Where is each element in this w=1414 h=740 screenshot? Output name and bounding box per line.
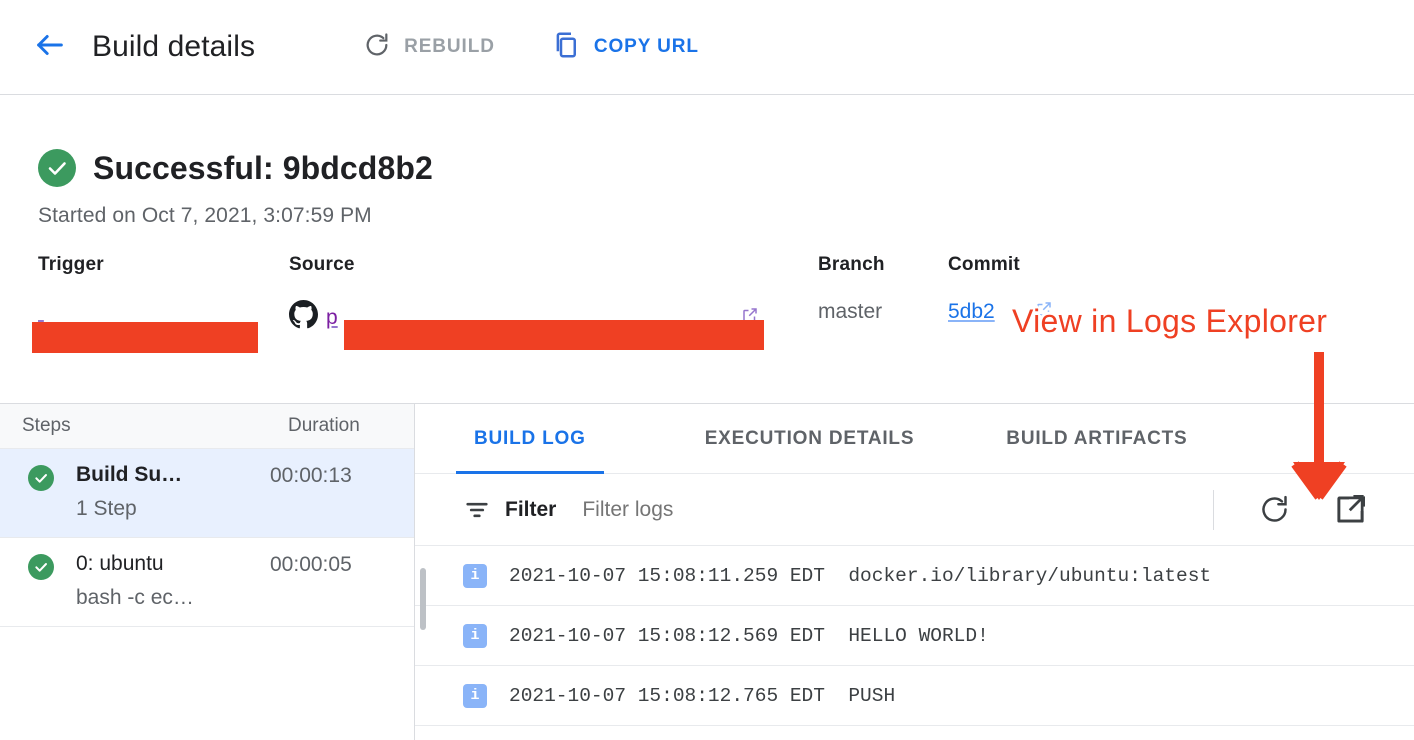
copy-url-label: COPY URL [594, 36, 699, 58]
top-app-bar: Build details REBUILD COPY URL [0, 0, 1414, 95]
commit-label: Commit [948, 254, 1053, 276]
page-title: Build details [92, 30, 255, 64]
rebuild-button[interactable]: REBUILD [363, 31, 495, 64]
build-details-page: Build details REBUILD COPY URL [0, 0, 1414, 740]
filter-label[interactable]: Filter [505, 498, 556, 522]
steps-table-header: Steps Duration [0, 404, 414, 449]
log-entry-text: 2021-10-07 15:08:11.259 EDT docker.io/li… [509, 565, 1211, 587]
step-duration: 00:00:13 [270, 464, 352, 488]
step-name: Build Su… [76, 463, 182, 487]
step-name: 0: ubuntu [76, 552, 194, 576]
source-label: Source [289, 254, 759, 276]
check-circle-icon [38, 149, 76, 187]
build-detail-body: Steps Duration Build Su… 1 Step 00:00:13 [0, 403, 1414, 740]
redaction-box-source [344, 320, 764, 350]
source-value-text: p [326, 306, 338, 330]
log-entry[interactable]: i 2021-10-07 15:08:12.569 EDT HELLO WORL… [415, 606, 1414, 666]
toolbar-divider [1213, 490, 1214, 530]
copy-url-button[interactable]: COPY URL [551, 30, 699, 65]
check-circle-icon [28, 465, 54, 491]
tab-build-artifacts[interactable]: BUILD ARTIFACTS [1006, 404, 1187, 474]
step-row[interactable]: Build Su… 1 Step 00:00:13 [0, 449, 414, 538]
trigger-label: Trigger [38, 254, 104, 276]
duration-column-header: Duration [288, 415, 360, 437]
info-icon: i [463, 564, 487, 588]
copy-icon [551, 30, 581, 65]
redaction-box-trigger [32, 322, 258, 353]
trigger-value[interactable] [38, 300, 104, 324]
trigger-value-text [38, 300, 44, 324]
log-entries-list: i 2021-10-07 15:08:11.259 EDT docker.io/… [415, 546, 1414, 726]
steps-column-header: Steps [22, 415, 71, 437]
meta-trigger: Trigger [38, 254, 104, 324]
logs-filter-bar: Filter [415, 474, 1414, 546]
meta-branch: Branch master [818, 254, 885, 324]
steps-panel: Steps Duration Build Su… 1 Step 00:00:13 [0, 404, 415, 740]
step-duration: 00:00:05 [270, 553, 352, 577]
logs-tabs: BUILD LOG EXECUTION DETAILS BUILD ARTIFA… [415, 404, 1414, 474]
annotation-label: View in Logs Explorer [1012, 303, 1327, 340]
down-arrow-annotation [1288, 352, 1350, 507]
step-command: bash -c ec… [76, 586, 194, 610]
log-entry-text: 2021-10-07 15:08:12.569 EDT HELLO WORLD! [509, 625, 989, 647]
tab-execution-details[interactable]: EXECUTION DETAILS [705, 404, 915, 474]
log-entry-text: 2021-10-07 15:08:12.765 EDT PUSH [509, 685, 895, 707]
build-started-time: Started on Oct 7, 2021, 3:07:59 PM [38, 204, 1414, 228]
rebuild-label: REBUILD [404, 36, 495, 58]
filter-list-icon[interactable] [463, 496, 491, 524]
build-status-text: Successful: 9bdcd8b2 [93, 150, 433, 187]
branch-label: Branch [818, 254, 885, 276]
build-status: Successful: 9bdcd8b2 [38, 149, 1414, 187]
refresh-icon [363, 31, 391, 64]
step-substep-count: 1 Step [76, 497, 182, 521]
back-button[interactable] [24, 21, 76, 73]
branch-value: master [818, 300, 885, 324]
log-scrollbar[interactable] [420, 568, 426, 630]
log-entry[interactable]: i 2021-10-07 15:08:12.765 EDT PUSH [415, 666, 1414, 726]
github-icon [289, 300, 318, 335]
step-row[interactable]: 0: ubuntu bash -c ec… 00:00:05 [0, 538, 414, 627]
tab-build-log[interactable]: BUILD LOG [474, 404, 586, 474]
logs-panel: BUILD LOG EXECUTION DETAILS BUILD ARTIFA… [415, 404, 1414, 740]
filter-logs-input[interactable] [582, 498, 1002, 522]
refresh-logs-button[interactable] [1258, 493, 1291, 526]
info-icon: i [463, 624, 487, 648]
info-icon: i [463, 684, 487, 708]
arrow-left-icon [33, 28, 67, 67]
commit-value-text: 5db2 [948, 300, 995, 324]
log-entry[interactable]: i 2021-10-07 15:08:11.259 EDT docker.io/… [415, 546, 1414, 606]
check-circle-icon [28, 554, 54, 580]
